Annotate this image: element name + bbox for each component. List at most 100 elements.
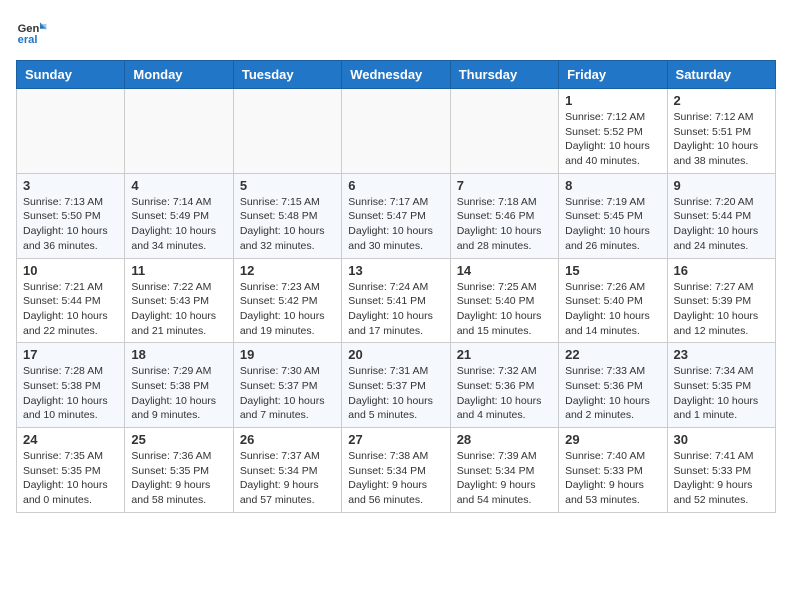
day-number: 14 <box>457 263 552 278</box>
day-info: Sunrise: 7:33 AM Sunset: 5:36 PM Dayligh… <box>565 364 660 423</box>
day-info: Sunrise: 7:36 AM Sunset: 5:35 PM Dayligh… <box>131 449 226 508</box>
calendar-cell <box>125 89 233 174</box>
calendar-cell <box>342 89 450 174</box>
day-info: Sunrise: 7:38 AM Sunset: 5:34 PM Dayligh… <box>348 449 443 508</box>
day-info: Sunrise: 7:29 AM Sunset: 5:38 PM Dayligh… <box>131 364 226 423</box>
day-info: Sunrise: 7:24 AM Sunset: 5:41 PM Dayligh… <box>348 280 443 339</box>
day-info: Sunrise: 7:27 AM Sunset: 5:39 PM Dayligh… <box>674 280 769 339</box>
calendar-cell: 15Sunrise: 7:26 AM Sunset: 5:40 PM Dayli… <box>559 258 667 343</box>
day-number: 19 <box>240 347 335 362</box>
svg-text:Gen: Gen <box>18 23 40 35</box>
calendar-cell: 23 Sunrise: 7:34 AM Sunset: 5:35 PM Dayli… <box>667 343 775 428</box>
calendar-cell: 20 Sunrise: 7:31 AM Sunset: 5:37 PM Dayli… <box>342 343 450 428</box>
calendar-cell: 21Sunrise: 7:32 AM Sunset: 5:36 PM Dayli… <box>450 343 558 428</box>
calendar-cell: 8 Sunrise: 7:19 AM Sunset: 5:45 PM Daylig… <box>559 173 667 258</box>
day-info: Sunrise: 7:18 AM Sunset: 5:46 PM Dayligh… <box>457 195 552 254</box>
calendar-cell: 14 Sunrise: 7:25 AM Sunset: 5:40 PM Dayli… <box>450 258 558 343</box>
calendar-cell <box>450 89 558 174</box>
calendar-cell: 16 Sunrise: 7:27 AM Sunset: 5:39 PM Dayli… <box>667 258 775 343</box>
calendar-cell: 5 Sunrise: 7:15 AM Sunset: 5:48 PM Daylig… <box>233 173 341 258</box>
day-info: Sunrise: 7:28 AM Sunset: 5:38 PM Dayligh… <box>23 364 118 423</box>
day-number: 21 <box>457 347 552 362</box>
day-info: Sunrise: 7:40 AM Sunset: 5:33 PM Dayligh… <box>565 449 660 508</box>
calendar-cell: 18 Sunrise: 7:29 AM Sunset: 5:38 PM Dayli… <box>125 343 233 428</box>
day-info: Sunrise: 7:39 AM Sunset: 5:34 PM Dayligh… <box>457 449 552 508</box>
day-number: 24 <box>23 432 118 447</box>
weekday-header-wednesday: Wednesday <box>342 61 450 89</box>
calendar-cell: 3 Sunrise: 7:13 AM Sunset: 5:50 PM Daylig… <box>17 173 125 258</box>
day-info: Sunrise: 7:30 AM Sunset: 5:37 PM Dayligh… <box>240 364 335 423</box>
weekday-header-tuesday: Tuesday <box>233 61 341 89</box>
day-number: 20 <box>348 347 443 362</box>
calendar-cell: 11Sunrise: 7:22 AM Sunset: 5:43 PM Dayli… <box>125 258 233 343</box>
day-number: 29 <box>565 432 660 447</box>
calendar-cell: 2Sunrise: 7:12 AM Sunset: 5:51 PM Daylig… <box>667 89 775 174</box>
calendar-cell: 24Sunrise: 7:35 AM Sunset: 5:35 PM Dayli… <box>17 428 125 513</box>
weekday-header-monday: Monday <box>125 61 233 89</box>
day-number: 28 <box>457 432 552 447</box>
calendar-week-3: 10Sunrise: 7:21 AM Sunset: 5:44 PM Dayli… <box>17 258 776 343</box>
calendar-week-2: 3 Sunrise: 7:13 AM Sunset: 5:50 PM Daylig… <box>17 173 776 258</box>
logo: Gen eral <box>16 16 52 48</box>
calendar-cell: 19 Sunrise: 7:30 AM Sunset: 5:37 PM Dayli… <box>233 343 341 428</box>
calendar-table: SundayMondayTuesdayWednesdayThursdayFrid… <box>16 60 776 513</box>
calendar-cell <box>233 89 341 174</box>
day-info: Sunrise: 7:31 AM Sunset: 5:37 PM Dayligh… <box>348 364 443 423</box>
day-info: Sunrise: 7:17 AM Sunset: 5:47 PM Dayligh… <box>348 195 443 254</box>
day-number: 23 <box>674 347 769 362</box>
day-number: 18 <box>131 347 226 362</box>
weekday-header-friday: Friday <box>559 61 667 89</box>
weekday-header-sunday: Sunday <box>17 61 125 89</box>
calendar-week-4: 17Sunrise: 7:28 AM Sunset: 5:38 PM Dayli… <box>17 343 776 428</box>
day-info: Sunrise: 7:25 AM Sunset: 5:40 PM Dayligh… <box>457 280 552 339</box>
day-number: 26 <box>240 432 335 447</box>
day-info: Sunrise: 7:14 AM Sunset: 5:49 PM Dayligh… <box>131 195 226 254</box>
day-number: 15 <box>565 263 660 278</box>
weekday-header-thursday: Thursday <box>450 61 558 89</box>
calendar-week-5: 24Sunrise: 7:35 AM Sunset: 5:35 PM Dayli… <box>17 428 776 513</box>
page-header: Gen eral <box>16 16 776 48</box>
calendar-cell: 22 Sunrise: 7:33 AM Sunset: 5:36 PM Dayli… <box>559 343 667 428</box>
day-info: Sunrise: 7:15 AM Sunset: 5:48 PM Dayligh… <box>240 195 335 254</box>
calendar-cell: 12 Sunrise: 7:23 AM Sunset: 5:42 PM Dayli… <box>233 258 341 343</box>
calendar-cell: 1 Sunrise: 7:12 AM Sunset: 5:52 PM Daylig… <box>559 89 667 174</box>
day-info: Sunrise: 7:13 AM Sunset: 5:50 PM Dayligh… <box>23 195 118 254</box>
day-info: Sunrise: 7:21 AM Sunset: 5:44 PM Dayligh… <box>23 280 118 339</box>
weekday-header-saturday: Saturday <box>667 61 775 89</box>
day-number: 9 <box>674 178 769 193</box>
day-number: 22 <box>565 347 660 362</box>
calendar-cell: 29 Sunrise: 7:40 AM Sunset: 5:33 PM Dayli… <box>559 428 667 513</box>
calendar-cell: 28 Sunrise: 7:39 AM Sunset: 5:34 PM Dayli… <box>450 428 558 513</box>
calendar-cell <box>17 89 125 174</box>
calendar-cell: 6 Sunrise: 7:17 AM Sunset: 5:47 PM Daylig… <box>342 173 450 258</box>
day-number: 11 <box>131 263 226 278</box>
calendar-cell: 7 Sunrise: 7:18 AM Sunset: 5:46 PM Daylig… <box>450 173 558 258</box>
day-number: 5 <box>240 178 335 193</box>
day-number: 16 <box>674 263 769 278</box>
day-info: Sunrise: 7:34 AM Sunset: 5:35 PM Dayligh… <box>674 364 769 423</box>
calendar-cell: 27 Sunrise: 7:38 AM Sunset: 5:34 PM Dayli… <box>342 428 450 513</box>
day-number: 1 <box>565 93 660 108</box>
day-info: Sunrise: 7:23 AM Sunset: 5:42 PM Dayligh… <box>240 280 335 339</box>
day-number: 27 <box>348 432 443 447</box>
calendar-cell: 9Sunrise: 7:20 AM Sunset: 5:44 PM Daylig… <box>667 173 775 258</box>
calendar-week-1: 1 Sunrise: 7:12 AM Sunset: 5:52 PM Daylig… <box>17 89 776 174</box>
calendar-cell: 25Sunrise: 7:36 AM Sunset: 5:35 PM Dayli… <box>125 428 233 513</box>
day-number: 7 <box>457 178 552 193</box>
day-number: 3 <box>23 178 118 193</box>
day-info: Sunrise: 7:19 AM Sunset: 5:45 PM Dayligh… <box>565 195 660 254</box>
day-number: 30 <box>674 432 769 447</box>
day-number: 6 <box>348 178 443 193</box>
calendar-cell: 4Sunrise: 7:14 AM Sunset: 5:49 PM Daylig… <box>125 173 233 258</box>
calendar-cell: 26 Sunrise: 7:37 AM Sunset: 5:34 PM Dayli… <box>233 428 341 513</box>
day-number: 2 <box>674 93 769 108</box>
day-number: 12 <box>240 263 335 278</box>
calendar-header-row: SundayMondayTuesdayWednesdayThursdayFrid… <box>17 61 776 89</box>
calendar-cell: 30Sunrise: 7:41 AM Sunset: 5:33 PM Dayli… <box>667 428 775 513</box>
calendar-cell: 10Sunrise: 7:21 AM Sunset: 5:44 PM Dayli… <box>17 258 125 343</box>
day-info: Sunrise: 7:37 AM Sunset: 5:34 PM Dayligh… <box>240 449 335 508</box>
day-number: 8 <box>565 178 660 193</box>
calendar-cell: 17Sunrise: 7:28 AM Sunset: 5:38 PM Dayli… <box>17 343 125 428</box>
svg-text:eral: eral <box>18 34 38 46</box>
day-info: Sunrise: 7:12 AM Sunset: 5:52 PM Dayligh… <box>565 110 660 169</box>
